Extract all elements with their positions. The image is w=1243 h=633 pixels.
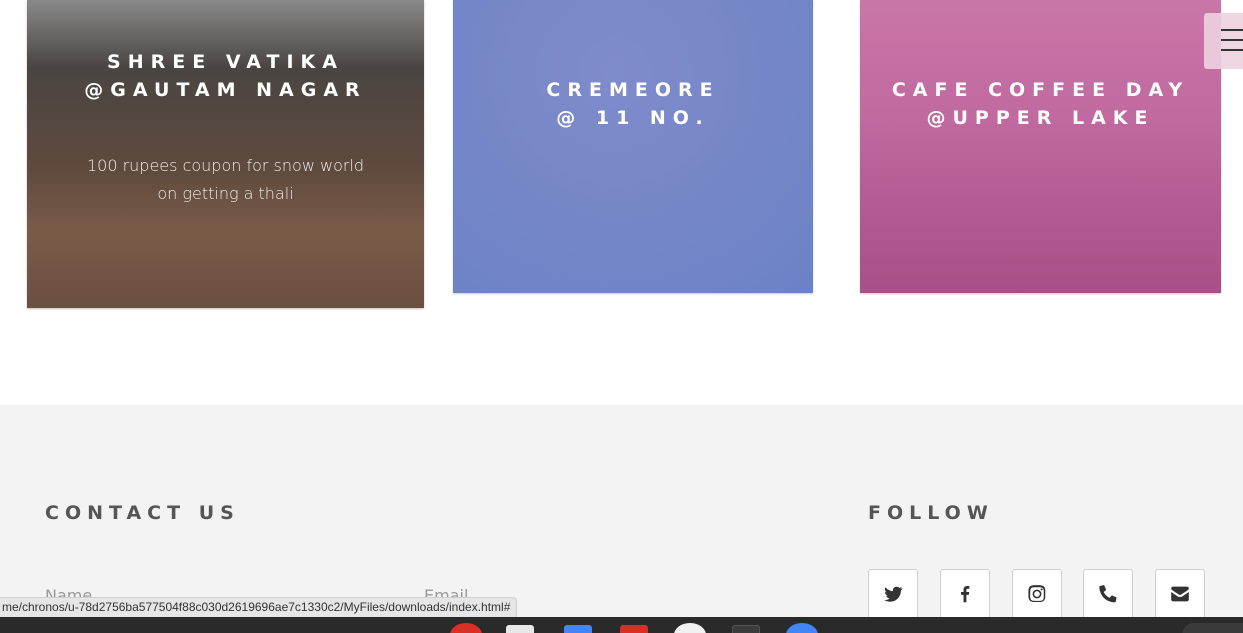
page: SHREE VATIKA @GAUTAM NAGAR 100 rupees co…	[0, 0, 1243, 633]
email-button[interactable]	[1155, 569, 1205, 619]
phone-button[interactable]	[1083, 569, 1133, 619]
phone-icon	[1099, 585, 1117, 603]
card-title-line: SHREE VATIKA	[107, 51, 344, 73]
instagram-button[interactable]	[1012, 569, 1062, 619]
contact-us-heading: CONTACT US	[45, 502, 240, 524]
offer-card-cafe-coffee-day[interactable]: CAFE COFFEE DAY @UPPER LAKE	[860, 0, 1221, 293]
instagram-icon	[1028, 585, 1046, 603]
card-title-line: @GAUTAM NAGAR	[84, 79, 367, 101]
terminal-icon[interactable]	[732, 625, 760, 633]
twitter-button[interactable]	[868, 569, 918, 619]
hamburger-icon	[1221, 29, 1243, 53]
status-tray[interactable]	[1182, 623, 1243, 633]
docs-icon[interactable]	[564, 625, 592, 633]
facebook-icon	[961, 586, 970, 603]
offer-card-shree-vatika[interactable]: SHREE VATIKA @GAUTAM NAGAR 100 rupees co…	[27, 0, 424, 308]
play-store-icon[interactable]	[674, 623, 706, 633]
card-title-line: CREMEORE	[546, 79, 720, 101]
twitter-icon	[884, 586, 903, 602]
card-title-line: @ 11 NO.	[556, 107, 710, 129]
menu-button[interactable]	[1204, 13, 1243, 69]
card-description: 100 rupees coupon for snow world on gett…	[86, 156, 365, 203]
card-title-line: @UPPER LAKE	[926, 107, 1155, 129]
app-icon[interactable]	[450, 623, 482, 633]
card-title: CAFE COFFEE DAY @UPPER LAKE	[860, 76, 1221, 132]
status-bar-url: me/chronos/u-78d2756ba577504f88c030d2619…	[0, 597, 518, 617]
app-icon[interactable]	[786, 623, 818, 633]
card-title: SHREE VATIKA @GAUTAM NAGAR	[27, 48, 424, 104]
facebook-button[interactable]	[940, 569, 990, 619]
follow-heading: FOLLOW	[868, 502, 994, 524]
youtube-icon[interactable]	[620, 625, 648, 633]
offer-card-cremeore[interactable]: CREMEORE @ 11 NO.	[453, 0, 813, 293]
card-title: CREMEORE @ 11 NO.	[453, 76, 813, 132]
gmail-icon[interactable]	[506, 625, 534, 633]
os-shelf	[0, 617, 1243, 633]
card-title-line: CAFE COFFEE DAY	[891, 79, 1190, 101]
envelope-icon	[1171, 586, 1189, 602]
